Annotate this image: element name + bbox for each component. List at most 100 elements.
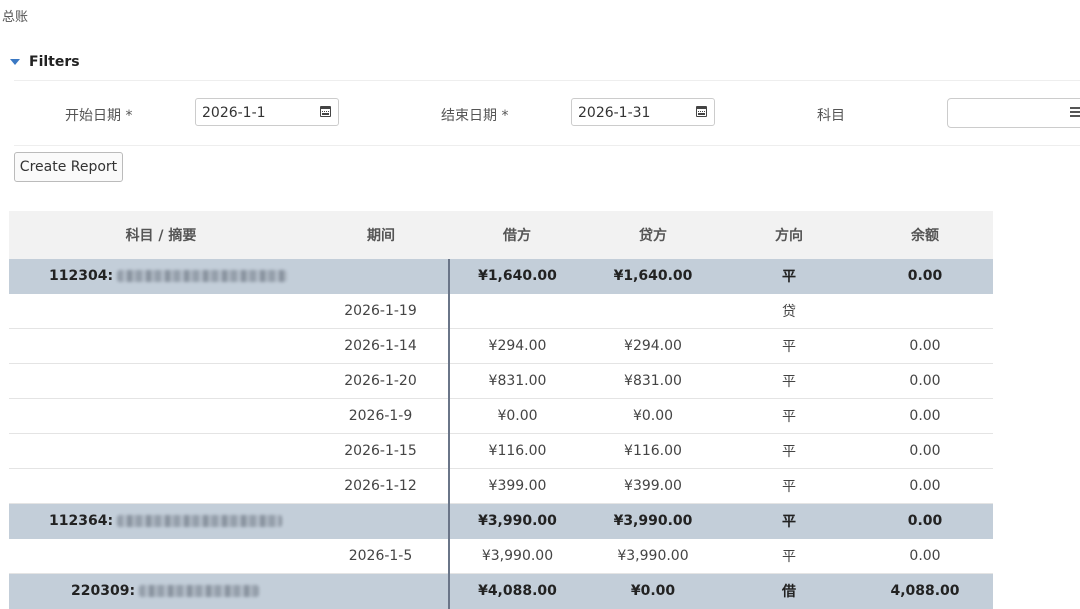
cell-debit: ¥831.00 bbox=[448, 363, 585, 399]
cell-direction: 平 bbox=[721, 433, 857, 469]
redacted-account-name bbox=[117, 515, 283, 527]
ledger-table: 科目 / 摘要 期间 借方 贷方 方向 余额 112304: ¥1,640.00 ¥… bbox=[9, 211, 993, 609]
account-group-row[interactable]: 220309: ¥4,088.00 ¥0.00 借 4,088.00 bbox=[9, 573, 993, 609]
table-row[interactable]: 2026-1-12 ¥399.00 ¥399.00 平 0.00 bbox=[9, 468, 993, 504]
cell-direction: 平 bbox=[721, 398, 857, 434]
account-code: 112364: bbox=[49, 513, 114, 529]
table-row[interactable]: 2026-1-9 ¥0.00 ¥0.00 平 0.00 bbox=[9, 398, 993, 434]
col-header-direction[interactable]: 方向 bbox=[721, 211, 857, 259]
cell-balance: 0.00 bbox=[857, 468, 993, 504]
cell-balance: 0.00 bbox=[857, 433, 993, 469]
cell-subject bbox=[9, 363, 313, 399]
account-group-row[interactable]: 112364: ¥3,990.00 ¥3,990.00 平 0.00 bbox=[9, 503, 993, 539]
cell-credit bbox=[585, 293, 721, 329]
redacted-account-name bbox=[139, 585, 260, 597]
cell-direction: 平 bbox=[721, 538, 857, 574]
col-header-period[interactable]: 期间 bbox=[313, 211, 449, 259]
cell-subject bbox=[9, 293, 313, 329]
cell-credit: ¥3,990.00 bbox=[585, 538, 721, 574]
cell-period: 2026-1-15 bbox=[313, 433, 449, 469]
cell-balance: 4,088.00 bbox=[857, 573, 993, 609]
table-row[interactable]: 2026-1-14 ¥294.00 ¥294.00 平 0.00 bbox=[9, 328, 993, 364]
start-date-value: 2026-1-1 bbox=[202, 105, 266, 121]
cell-debit: ¥116.00 bbox=[448, 433, 585, 469]
cell-balance: 0.00 bbox=[857, 259, 993, 294]
cell-direction: 平 bbox=[721, 468, 857, 504]
account-code: 220309: bbox=[71, 583, 136, 599]
filter-row: 开始日期 * 2026-1-1 结束日期 * 2026-1-31 科目 bbox=[14, 80, 1080, 146]
cell-period bbox=[313, 573, 449, 609]
col-header-credit[interactable]: 贷方 bbox=[585, 211, 721, 259]
col-header-subject[interactable]: 科目 / 摘要 bbox=[9, 211, 313, 259]
cell-period: 2026-1-5 bbox=[313, 538, 449, 574]
filters-title: Filters bbox=[29, 54, 80, 70]
cell-credit: ¥294.00 bbox=[585, 328, 721, 364]
cell-subject: 220309: bbox=[9, 573, 313, 609]
table-row[interactable]: 2026-1-5 ¥3,990.00 ¥3,990.00 平 0.00 bbox=[9, 538, 993, 574]
cell-balance: 0.00 bbox=[857, 538, 993, 574]
cell-debit: ¥4,088.00 bbox=[448, 573, 585, 609]
table-row[interactable]: 2026-1-15 ¥116.00 ¥116.00 平 0.00 bbox=[9, 433, 993, 469]
end-date-label: 结束日期 * bbox=[441, 108, 509, 124]
calendar-icon[interactable] bbox=[320, 106, 331, 117]
cell-credit: ¥831.00 bbox=[585, 363, 721, 399]
cell-subject bbox=[9, 433, 313, 469]
page-title: 总账 bbox=[2, 10, 29, 25]
list-icon[interactable] bbox=[1070, 107, 1080, 117]
cell-period: 2026-1-14 bbox=[313, 328, 449, 364]
cell-direction: 平 bbox=[721, 363, 857, 399]
cell-credit: ¥0.00 bbox=[585, 398, 721, 434]
cell-debit: ¥1,640.00 bbox=[448, 259, 585, 294]
create-report-button[interactable]: Create Report bbox=[14, 152, 123, 182]
collapse-triangle-icon[interactable] bbox=[10, 59, 20, 65]
col-header-balance[interactable]: 余额 bbox=[857, 211, 993, 259]
cell-period: 2026-1-19 bbox=[313, 293, 449, 329]
table-header-row: 科目 / 摘要 期间 借方 贷方 方向 余额 bbox=[9, 211, 993, 259]
end-date-value: 2026-1-31 bbox=[578, 105, 651, 121]
cell-subject bbox=[9, 468, 313, 504]
filters-toggle[interactable]: Filters bbox=[10, 52, 80, 72]
cell-subject: 112304: bbox=[9, 259, 313, 294]
table-row[interactable]: 2026-1-20 ¥831.00 ¥831.00 平 0.00 bbox=[9, 363, 993, 399]
cell-period bbox=[313, 503, 449, 539]
account-group-row[interactable]: 112304: ¥1,640.00 ¥1,640.00 平 0.00 bbox=[9, 259, 993, 294]
cell-balance: 0.00 bbox=[857, 503, 993, 539]
account-code: 112304: bbox=[49, 268, 114, 284]
cell-credit: ¥3,990.00 bbox=[585, 503, 721, 539]
cell-direction: 平 bbox=[721, 503, 857, 539]
cell-subject bbox=[9, 398, 313, 434]
cell-period: 2026-1-9 bbox=[313, 398, 449, 434]
col-header-debit[interactable]: 借方 bbox=[449, 211, 585, 259]
cell-credit: ¥399.00 bbox=[585, 468, 721, 504]
subject-select[interactable] bbox=[947, 98, 1080, 128]
cell-credit: ¥116.00 bbox=[585, 433, 721, 469]
end-date-input[interactable]: 2026-1-31 bbox=[571, 98, 715, 126]
redacted-account-name bbox=[117, 270, 288, 282]
cell-period: 2026-1-12 bbox=[313, 468, 449, 504]
cell-credit: ¥0.00 bbox=[585, 573, 721, 609]
start-date-label: 开始日期 * bbox=[65, 108, 133, 124]
cell-debit: ¥0.00 bbox=[448, 398, 585, 434]
cell-direction: 借 bbox=[721, 573, 857, 609]
calendar-icon[interactable] bbox=[696, 106, 707, 117]
cell-balance: 0.00 bbox=[857, 363, 993, 399]
cell-debit: ¥399.00 bbox=[448, 468, 585, 504]
table-row[interactable]: 2026-1-19 贷 bbox=[9, 293, 993, 329]
subject-label: 科目 bbox=[817, 108, 845, 124]
cell-debit bbox=[448, 293, 585, 329]
cell-balance bbox=[857, 293, 993, 329]
cell-balance: 0.00 bbox=[857, 398, 993, 434]
cell-direction: 平 bbox=[721, 328, 857, 364]
cell-balance: 0.00 bbox=[857, 328, 993, 364]
cell-debit: ¥3,990.00 bbox=[448, 538, 585, 574]
cell-debit: ¥294.00 bbox=[448, 328, 585, 364]
cell-credit: ¥1,640.00 bbox=[585, 259, 721, 294]
cell-period bbox=[313, 259, 449, 294]
start-date-input[interactable]: 2026-1-1 bbox=[195, 98, 339, 126]
cell-direction: 平 bbox=[721, 259, 857, 294]
cell-subject: 112364: bbox=[9, 503, 313, 539]
cell-direction: 贷 bbox=[721, 293, 857, 329]
cell-period: 2026-1-20 bbox=[313, 363, 449, 399]
cell-debit: ¥3,990.00 bbox=[448, 503, 585, 539]
cell-subject bbox=[9, 328, 313, 364]
